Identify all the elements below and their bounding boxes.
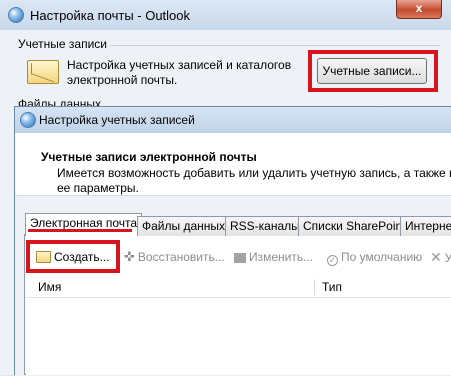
delete-icon: ✕ (430, 249, 442, 265)
delete-button[interactable]: ✕ У (430, 247, 451, 267)
set-default-label: По умолчанию (341, 250, 423, 264)
accounts-list-header (26, 276, 451, 298)
header-title: Учетные записи электронной почты (41, 150, 257, 164)
tab-rss-feeds[interactable]: RSS-каналы (225, 216, 305, 236)
close-button[interactable]: x (396, 0, 442, 19)
outlook-app-icon (20, 112, 36, 128)
repair-icon: ✜ (124, 249, 135, 264)
mail-setup-title: Настройка почты - Outlook (30, 8, 191, 23)
change-icon (234, 253, 246, 263)
default-check-icon: ✓ (327, 255, 338, 266)
highlight-new-button (26, 240, 120, 273)
mail-setup-title-bar[interactable]: Настройка почты - Outlook (0, 0, 451, 30)
column-separator (314, 279, 315, 295)
mail-envelope-icon (27, 60, 59, 84)
repair-label: Восстановить... (137, 250, 225, 264)
change-label: Изменить... (249, 250, 314, 264)
account-settings-title: Настройка учетных записей (39, 113, 195, 127)
header-description-line1: Имеется возможность добавить или удалить… (57, 166, 451, 180)
accounts-group-title: Учетные записи (18, 37, 107, 51)
delete-label: У (444, 251, 451, 265)
account-settings-title-bar[interactable]: Настройка учетных записей (15, 107, 451, 133)
repair-button[interactable]: ✜ Восстановить... (124, 247, 225, 267)
tab-data-files[interactable]: Файлы данных (137, 216, 231, 236)
header-description: Имеется возможность добавить или удалить… (57, 166, 451, 196)
header-description-line2: ее параметры. (57, 181, 139, 195)
tab-internet-calendars[interactable]: Интерне (400, 216, 451, 236)
outlook-app-icon (8, 7, 24, 23)
set-default-button[interactable]: ✓ По умолчанию (327, 247, 422, 267)
account-settings-header: Учетные записи электронной почты Имеется… (15, 133, 451, 196)
column-type-header[interactable]: Тип (322, 280, 342, 294)
tab-email[interactable]: Электронная почта (25, 213, 143, 236)
highlight-accounts-button (308, 50, 438, 92)
highlight-email-tab (28, 229, 132, 232)
change-button[interactable]: Изменить... (234, 247, 313, 267)
accounts-group-divider (110, 45, 440, 46)
tab-sharepoint-lists[interactable]: Списки SharePoint (298, 216, 411, 236)
accounts-description: Настройка учетных записей и каталогов эл… (67, 58, 292, 87)
column-name-header[interactable]: Имя (38, 280, 61, 294)
accounts-list[interactable] (26, 298, 451, 375)
